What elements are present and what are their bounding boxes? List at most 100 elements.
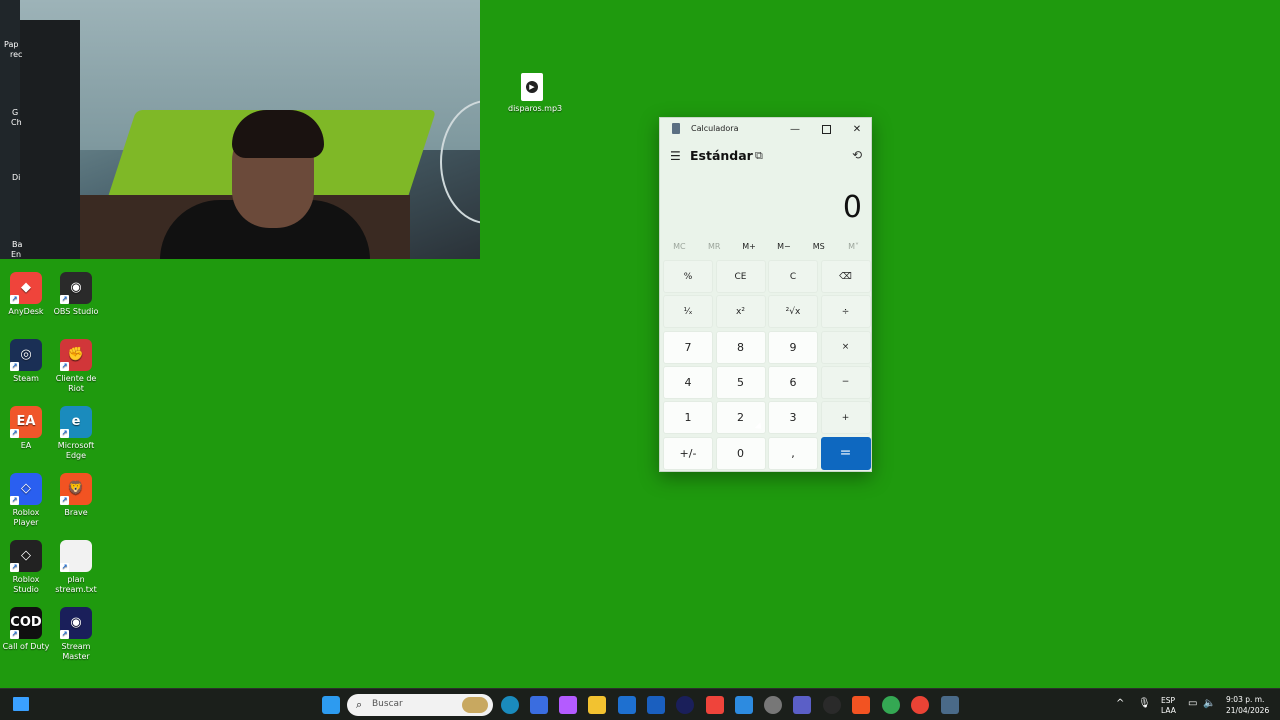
store-icon[interactable] xyxy=(530,696,548,714)
calc-key[interactable]: ¹⁄ₓ xyxy=(663,295,713,329)
calc-key[interactable]: ²√x xyxy=(768,295,818,329)
app-icon[interactable] xyxy=(735,696,753,714)
calc-key[interactable]: ÷ xyxy=(820,295,871,329)
brave-icon[interactable] xyxy=(852,696,870,714)
shortcut-arrow-icon: ↗ xyxy=(10,563,19,572)
desktop-label-partial[interactable]: Ba xyxy=(12,240,22,250)
clock-date[interactable]: 21/04/2026 xyxy=(1226,706,1269,715)
shortcut-arrow-icon: ↗ xyxy=(10,496,19,505)
calc-key[interactable]: 9 xyxy=(768,330,818,364)
hamburger-menu-icon[interactable]: ☰ xyxy=(670,149,681,163)
tray-chevron-icon[interactable]: ^ xyxy=(1116,699,1124,709)
calc-key[interactable]: 4 xyxy=(663,365,713,399)
desktop-icon-label: Roblox Player xyxy=(12,508,40,527)
title-bar[interactable]: Calculadora — ✕ xyxy=(660,118,871,140)
memory-button[interactable]: M+ xyxy=(732,242,767,251)
calc-key[interactable]: × xyxy=(820,330,871,364)
keep-on-top-icon[interactable]: ⧉ xyxy=(755,149,763,163)
calc-key[interactable]: 0 xyxy=(715,436,766,470)
memory-button[interactable]: M˅ xyxy=(836,242,871,251)
desktop-label-partial[interactable]: En xyxy=(11,250,21,260)
memory-button[interactable]: MS xyxy=(801,242,836,251)
desktop-icon-roblox-player[interactable]: ◇ ↗ Roblox Player xyxy=(2,473,50,528)
calc-key[interactable]: x² xyxy=(715,295,766,329)
edge-icon[interactable] xyxy=(501,696,519,714)
anydesk-icon[interactable] xyxy=(706,696,724,714)
volume-icon[interactable]: 🔈 xyxy=(1203,699,1215,709)
calc-key[interactable]: + xyxy=(820,401,871,435)
desktop-label-partial[interactable]: Pap xyxy=(4,40,18,50)
desktop-label-partial[interactable]: rec xyxy=(10,50,22,60)
desktop-icon-stream-master[interactable]: ◉ ↗ Stream Master xyxy=(52,607,100,662)
calc-key[interactable]: 7 xyxy=(663,330,713,364)
calc-key[interactable]: 1 xyxy=(663,401,713,435)
desktop-label-partial[interactable]: Di xyxy=(12,173,20,183)
chrome-icon[interactable] xyxy=(882,696,900,714)
calc-key[interactable]: % xyxy=(663,260,713,293)
calc-key[interactable]: ⌫ xyxy=(820,260,871,293)
language-indicator-sub[interactable]: LAA xyxy=(1161,706,1176,715)
calc-key[interactable]: +/- xyxy=(663,436,713,470)
desktop-icon-anydesk[interactable]: ◆ ↗ AnyDesk xyxy=(2,272,50,317)
maximize-button[interactable] xyxy=(811,118,841,140)
search-icon: ⌕ xyxy=(356,698,363,711)
calculator-taskbar-icon[interactable] xyxy=(941,696,959,714)
desktop-icon-call-of-duty[interactable]: COD ↗ Call of Duty xyxy=(2,607,50,652)
edge-icon: e ↗ xyxy=(60,406,92,438)
memory-button[interactable]: MR xyxy=(697,242,732,251)
desktop-icon-label: plan stream.txt xyxy=(55,575,97,594)
calc-key[interactable]: C xyxy=(768,260,818,293)
desktop-icon-obs[interactable]: ◉ ↗ OBS Studio xyxy=(52,272,100,317)
calculator-window[interactable]: Calculadora — ✕ ☰ Estándar ⧉ ⟲ 0 MC MR M+ M… xyxy=(659,117,872,472)
desktop-icon-ea[interactable]: EA ↗ EA xyxy=(2,406,50,451)
desktop-file-disparos[interactable]: ▶ disparos.mp3 xyxy=(508,73,562,114)
obs-icon[interactable] xyxy=(823,696,841,714)
clock-time[interactable]: 9:03 p. m. xyxy=(1226,695,1264,704)
roblox-studio-icon: ◇ ↗ xyxy=(10,540,42,572)
desktop-label-partial[interactable]: G xyxy=(12,108,18,118)
calc-key[interactable]: , xyxy=(768,436,818,470)
calc-key[interactable]: − xyxy=(820,365,871,399)
calc-key[interactable]: = xyxy=(820,436,871,470)
desktop-icon-riot-client[interactable]: ✊ ↗ Cliente de Riot xyxy=(52,339,100,394)
desktop-icon-brave[interactable]: 🦁 ↗ Brave xyxy=(52,473,100,518)
desktop-icon-steam[interactable]: ◎ ↗ Steam xyxy=(2,339,50,384)
calc-key[interactable]: 6 xyxy=(768,365,818,399)
network-icon[interactable]: ▭ xyxy=(1188,699,1197,709)
start-windows-icon[interactable] xyxy=(322,696,340,714)
search-input[interactable]: Buscar xyxy=(372,699,403,709)
maximize-icon xyxy=(821,124,831,134)
settings-gear-icon[interactable] xyxy=(764,696,782,714)
taskbar: ⌕ Buscar ^ 🎙 ESP LAA ▭ 🔈 9:03 p. m. 21/0… xyxy=(0,688,1280,720)
close-button[interactable]: ✕ xyxy=(842,118,872,140)
close-icon: ✕ xyxy=(852,123,862,135)
minimize-button[interactable]: — xyxy=(780,118,810,140)
language-indicator[interactable]: ESP xyxy=(1161,696,1175,705)
taskbar-search[interactable]: ⌕ Buscar xyxy=(347,694,493,716)
calc-key[interactable]: CE xyxy=(715,260,766,293)
calc-key[interactable]: 3 xyxy=(768,401,818,435)
calc-key[interactable]: 5 xyxy=(715,365,766,399)
desktop-icon-edge[interactable]: e ↗ Microsoft Edge xyxy=(52,406,100,461)
memory-button[interactable]: M− xyxy=(766,242,801,251)
app-icon[interactable] xyxy=(647,696,665,714)
calc-key[interactable]: 8 xyxy=(715,330,766,364)
outlook-icon[interactable] xyxy=(618,696,636,714)
desktop-label-partial[interactable]: Ch xyxy=(11,118,22,128)
memory-button[interactable]: MC xyxy=(662,242,697,251)
copilot-icon[interactable] xyxy=(559,696,577,714)
obs-icon: ◉ ↗ xyxy=(60,272,92,304)
teams-icon[interactable] xyxy=(793,696,811,714)
stream-master-icon[interactable] xyxy=(676,696,694,714)
desktop-icon-label: Brave xyxy=(64,508,88,517)
chrome-icon[interactable] xyxy=(911,696,929,714)
show-desktop-widget-icon[interactable] xyxy=(13,697,29,711)
desktop-icon-label: Stream Master xyxy=(61,642,91,661)
desktop-icon-text-file[interactable]: ↗ plan stream.txt xyxy=(52,540,100,595)
file-explorer-icon[interactable] xyxy=(588,696,606,714)
desktop-icon-roblox-studio[interactable]: ◇ ↗ Roblox Studio xyxy=(2,540,50,595)
microphone-icon[interactable]: 🎙 xyxy=(1138,699,1151,709)
shortcut-arrow-icon: ↗ xyxy=(10,295,19,304)
history-icon[interactable]: ⟲ xyxy=(852,148,862,162)
shortcut-arrow-icon: ↗ xyxy=(10,429,19,438)
